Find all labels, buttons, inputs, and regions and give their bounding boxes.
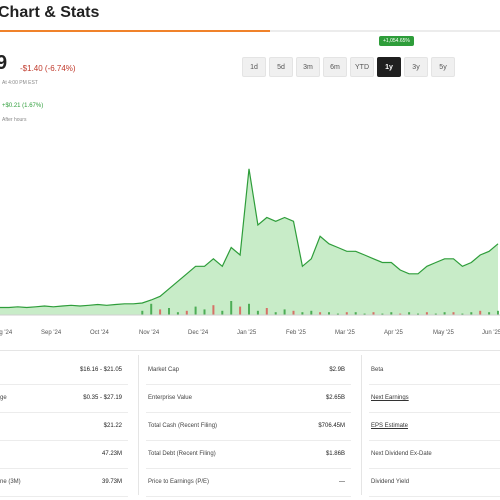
volume-bar	[159, 309, 162, 315]
stat-row: EPS Estimate	[369, 413, 500, 441]
stat-value: $2.9B	[329, 367, 345, 373]
stat-row: Price to Earnings (P/E) —	[146, 469, 351, 497]
stat-value: $16.16 - $21.05	[79, 367, 122, 373]
volume-bar	[497, 310, 499, 315]
stat-value: 47.23M	[101, 451, 122, 457]
stats-column-2: Market Cap $2.9B Enterprise Value $2.65B Tot…	[146, 357, 351, 497]
stat-row: Next Dividend Ex-Date	[369, 441, 500, 469]
price-timestamp: At 4:00 PM EST	[2, 80, 38, 86]
volume-bar	[203, 309, 206, 315]
range-tab-5d[interactable]: 5d	[269, 57, 293, 77]
range-tab-5y[interactable]: 5y	[431, 57, 455, 77]
range-tab-6m[interactable]: 6m	[323, 57, 347, 77]
stat-label[interactable]: Next Earnings	[371, 395, 409, 401]
x-tick-label: Jan '25	[237, 330, 257, 336]
stat-label: Total Cash (Recent Filing)	[148, 423, 218, 429]
range-tab-1y[interactable]: 1y	[377, 57, 401, 77]
volume-bar	[185, 310, 188, 315]
price-change: -$1.40 (-6.74%)	[20, 64, 76, 73]
stat-value: $21.22	[103, 423, 122, 429]
stat-label: ne (3M)	[0, 479, 21, 485]
volume-bar	[221, 310, 224, 315]
price-chart[interactable]	[0, 150, 500, 320]
stat-label[interactable]: EPS Estimate	[371, 423, 408, 429]
after-hours-label: After hours	[2, 117, 27, 123]
stat-row: 47.23M	[0, 441, 128, 469]
stat-row: Next Earnings	[369, 385, 500, 413]
stat-row: ge $0.35 - $27.19	[0, 385, 128, 413]
x-tick-label: Aug '24	[0, 330, 13, 336]
x-tick-label: Apr '25	[384, 330, 403, 336]
stat-value: $0.35 - $27.19	[83, 395, 122, 401]
stat-row: Market Cap $2.9B	[146, 357, 351, 385]
stat-label: Market Cap	[148, 367, 180, 373]
stats-divider	[0, 350, 500, 351]
range-tab-1d[interactable]: 1d	[242, 57, 266, 77]
x-tick-label: Jun '25	[482, 330, 500, 336]
volume-bar	[168, 308, 170, 315]
volume-bar	[292, 310, 295, 315]
stat-row: Beta	[369, 357, 500, 385]
x-tick-label: May '25	[433, 330, 454, 336]
x-tick-label: Oct '24	[90, 330, 109, 336]
column-divider	[361, 355, 362, 495]
stat-label: Dividend Yield	[371, 479, 410, 485]
stat-value: —	[339, 479, 345, 485]
current-price: 9	[0, 52, 8, 74]
column-divider	[138, 355, 139, 495]
volume-bar	[265, 308, 268, 315]
stats-column-3: Beta Next Earnings EPS Estimate Next Divide…	[369, 357, 500, 497]
stat-label: Beta	[371, 367, 384, 373]
stat-row: Total Debt (Recent Filing) $1.86B	[146, 441, 351, 469]
volume-bar	[248, 303, 250, 315]
x-tick-label: Feb '25	[286, 330, 306, 336]
volume-bar	[310, 310, 313, 315]
stat-label: ge	[0, 395, 7, 401]
stat-label: Price to Earnings (P/E)	[148, 479, 210, 485]
volume-bar	[194, 306, 197, 315]
volume-bar	[141, 310, 144, 315]
stat-row: Dividend Yield	[369, 469, 500, 497]
x-tick-label: Dec '24	[188, 330, 209, 336]
stat-row: Enterprise Value $2.65B	[146, 385, 351, 413]
stat-value: 39.73M	[101, 479, 122, 485]
range-tabs: 1d 5d 3m 6m YTD 1y 3y 5y	[242, 57, 455, 77]
after-hours-change: +$0.21 (1.67%)	[2, 103, 44, 109]
header-accent-bar	[0, 30, 270, 32]
volume-bar	[283, 309, 286, 315]
stat-label: Enterprise Value	[148, 395, 192, 401]
volume-bar	[479, 310, 482, 315]
range-change-badge: +1,054.65%	[379, 36, 414, 46]
volume-bar	[256, 310, 259, 315]
stat-row: Total Cash (Recent Filing) $706.45M	[146, 413, 351, 441]
stat-value: $706.45M	[318, 423, 345, 429]
stat-row: ne (3M) 39.73M	[0, 469, 128, 497]
volume-bar	[150, 303, 153, 315]
range-tab-ytd[interactable]: YTD	[350, 57, 374, 77]
stat-row: $16.16 - $21.05	[0, 357, 128, 385]
x-tick-label: Nov '24	[139, 330, 160, 336]
range-tab-3y[interactable]: 3y	[404, 57, 428, 77]
stat-row: $21.22	[0, 413, 128, 441]
stat-label: Next Dividend Ex-Date	[371, 451, 432, 457]
volume-bar	[239, 306, 242, 315]
stats-column-1: $16.16 - $21.05 ge $0.35 - $27.19 $21.22 47.…	[0, 357, 128, 497]
stat-value: $2.65B	[325, 395, 345, 401]
stat-label: Total Debt (Recent Filing)	[148, 451, 216, 457]
x-tick-label: Sep '24	[41, 330, 62, 336]
section-title: Chart & Stats	[0, 4, 100, 21]
x-tick-label: Mar '25	[335, 330, 355, 336]
volume-bar	[212, 305, 215, 315]
volume-bar	[230, 301, 233, 315]
range-tab-3m[interactable]: 3m	[296, 57, 320, 77]
price-area-fill	[0, 168, 498, 315]
stat-value: $1.86B	[325, 451, 345, 457]
